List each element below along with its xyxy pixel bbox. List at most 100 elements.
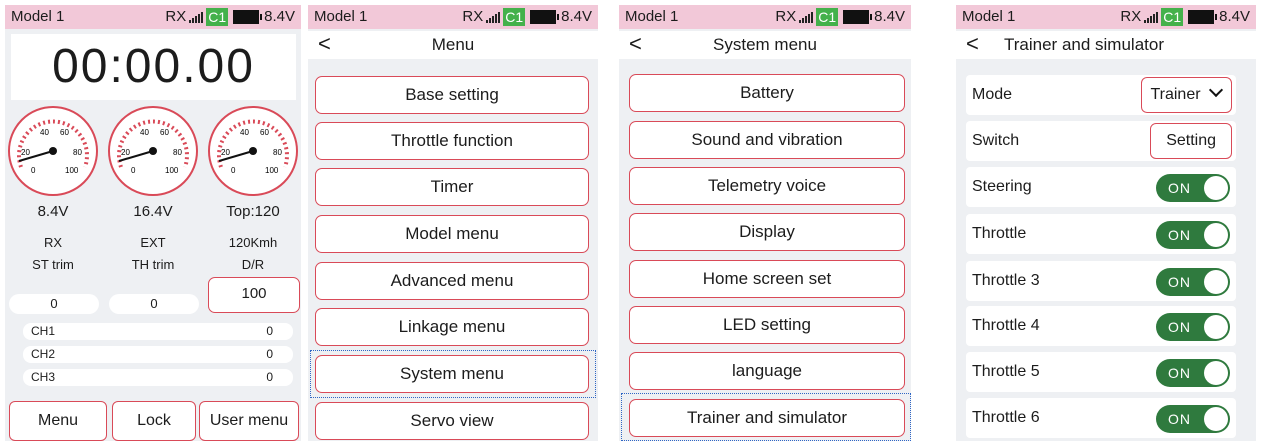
channel-value: 0 [266,370,273,384]
reading-ext: 16.4V [133,203,173,220]
status-bar: Model 1 RX C1 8.4V [308,5,598,29]
model-name: Model 1 [314,8,368,25]
throttle-4-toggle[interactable]: ON [1156,313,1230,341]
toggle-state: ON [1168,411,1191,427]
battery-icon [530,10,560,24]
st-trim-value[interactable]: 0 [9,294,99,314]
menu-screen: Model 1 RX C1 8.4V < Menu Base setting T… [308,5,598,441]
system-item-trainer-simulator[interactable]: Trainer and simulator [629,399,905,437]
gauge-tick: 100 [65,166,79,175]
status-bar: Model 1 RX C1 8.4V [619,5,911,29]
channel-row: CH3 0 [23,369,293,386]
toggle-state: ON [1168,274,1191,290]
th-trim-value[interactable]: 0 [109,294,199,314]
signal-icon [486,11,501,23]
model-name: Model 1 [962,8,1016,25]
throttle-3-toggle[interactable]: ON [1156,268,1230,296]
gauge-tick: 80 [173,148,182,157]
gauge-ext: 40 60 20 80 0 100 [108,106,198,196]
dr-value-button[interactable]: 100 [208,277,300,313]
toggle-row-throttle: Throttle ON [966,214,1236,254]
system-item-display[interactable]: Display [629,213,905,251]
mode-label: Mode [972,86,1013,103]
toggle-row-throttle-4: Throttle 4 ON [966,306,1236,346]
menu-item-system-menu[interactable]: System menu [315,355,589,393]
menu-item-throttle-function[interactable]: Throttle function [315,122,589,160]
channel-row: CH2 0 [23,346,293,363]
rx-label: RX [1120,8,1142,25]
back-icon[interactable]: < [966,31,979,57]
status-bar: Model 1 RX C1 8.4V [5,5,301,29]
reading-top-speed: Top:120 [226,203,280,220]
model-name: Model 1 [625,8,679,25]
toggle-knob [1204,315,1228,339]
gauge-tick: 80 [73,148,82,157]
voltage-label: 8.4V [1219,8,1250,25]
gauge-tick: 60 [160,128,169,137]
reading-rx: 8.4V [37,203,69,220]
system-item-led-setting[interactable]: LED setting [629,306,905,344]
st-trim-label: ST trim [32,257,74,272]
menu-item-timer[interactable]: Timer [315,168,589,206]
lock-button[interactable]: Lock [112,401,196,441]
gauge-tick: 60 [60,128,69,137]
gauge-tick: 40 [140,128,149,137]
source-rx: RX [43,235,63,250]
mode-row: Mode Trainer [966,75,1236,115]
gauge-tick: 20 [21,148,30,157]
toggle-label: Throttle 5 [972,363,1040,380]
menu-item-advanced-menu[interactable]: Advanced menu [315,262,589,300]
channel-name: CH1 [31,324,56,338]
source-speed: 120Kmh [228,235,278,250]
user-menu-button[interactable]: User menu [199,401,299,441]
race-timer[interactable]: 00:00.00 [11,34,296,100]
toggle-knob [1204,223,1228,247]
channel-value: 0 [266,324,273,338]
menu-item-model-menu[interactable]: Model menu [315,215,589,253]
nav-bar: < System menu [619,31,911,59]
toggle-knob [1204,270,1228,294]
system-item-language[interactable]: language [629,352,905,390]
gauge-tick: 60 [260,128,269,137]
gauge-tick: 100 [165,166,179,175]
mode-select[interactable]: Trainer [1141,77,1232,113]
toggle-state: ON [1168,319,1191,335]
toggle-row-throttle-6: Throttle 6 ON [966,398,1236,438]
model-name: Model 1 [11,8,65,25]
throttle-6-toggle[interactable]: ON [1156,405,1230,433]
gauge-tick: 80 [273,148,282,157]
dr-label: D/R [241,257,265,272]
battery-icon [843,10,873,24]
system-item-sound-vibration[interactable]: Sound and vibration [629,121,905,159]
signal-icon [1144,11,1159,23]
menu-button[interactable]: Menu [9,401,107,441]
steering-toggle[interactable]: ON [1156,174,1230,202]
system-item-telemetry-voice[interactable]: Telemetry voice [629,167,905,205]
gauge-tick: 0 [31,166,36,175]
gauge-rx: 40 60 20 80 0 100 [8,106,98,196]
toggle-label: Throttle 4 [972,317,1040,334]
channel-name: CH2 [31,347,56,361]
switch-setting-button[interactable]: Setting [1150,123,1232,159]
system-item-home-screen-set[interactable]: Home screen set [629,260,905,298]
gauge-tick: 0 [231,166,236,175]
toggle-label: Throttle [972,225,1027,242]
system-item-battery[interactable]: Battery [629,74,905,112]
toggle-label: Throttle 6 [972,409,1040,426]
trainer-screen: Model 1 RX C1 8.4V < Trainer and simulat… [956,5,1256,441]
toggle-row-throttle-3: Throttle 3 ON [966,261,1236,301]
system-menu-screen: Model 1 RX C1 8.4V < System menu Battery… [619,5,911,441]
toggle-state: ON [1168,365,1191,381]
menu-item-servo-view[interactable]: Servo view [315,402,589,440]
throttle-5-toggle[interactable]: ON [1156,359,1230,387]
menu-item-base-setting[interactable]: Base setting [315,76,589,114]
toggle-row-steering: Steering ON [966,167,1236,207]
toggle-label: Throttle 3 [972,272,1040,289]
menu-item-linkage-menu[interactable]: Linkage menu [315,308,589,346]
gauge-tick: 0 [131,166,136,175]
voltage-label: 8.4V [561,8,592,25]
source-ext: EXT [140,235,166,250]
throttle-toggle[interactable]: ON [1156,221,1230,249]
signal-icon [189,11,204,23]
nav-bar: < Menu [308,31,598,59]
